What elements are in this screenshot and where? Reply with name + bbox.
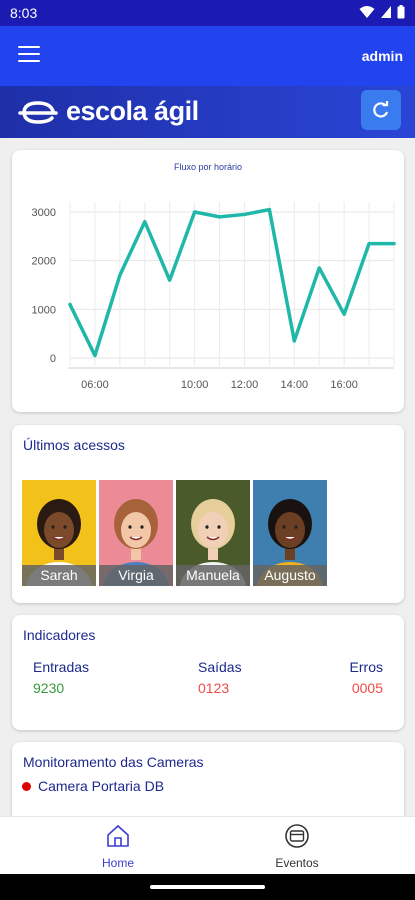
errors-label: Erros: [349, 659, 383, 675]
battery-icon: [397, 5, 405, 19]
data-point: [317, 266, 321, 270]
access-photo[interactable]: Sarah: [22, 480, 96, 586]
entries-label: Entradas: [33, 659, 90, 675]
exits-indicator: Saídas 0123: [198, 659, 242, 696]
y-tick-label: 1000: [32, 304, 56, 316]
access-photo[interactable]: Manuela: [176, 480, 250, 586]
app-bar: admin: [0, 26, 415, 86]
menu-button[interactable]: [18, 46, 40, 64]
signal-icon: [381, 6, 391, 18]
errors-indicator: Erros 0005: [350, 659, 383, 696]
y-tick-label: 0: [50, 353, 56, 365]
status-time: 8:03: [10, 5, 38, 21]
indicators-title: Indicadores: [23, 627, 96, 643]
data-point: [267, 208, 271, 212]
last-access-card: Últimos acessos Sarah Virgia Manuela August…: [12, 425, 404, 603]
home-gesture-bar[interactable]: [150, 885, 265, 889]
access-photo[interactable]: Augusto: [253, 480, 327, 586]
access-person-name: Virgia: [99, 565, 173, 586]
menu-icon: [18, 46, 40, 48]
entries-indicator: Entradas 9230: [33, 659, 89, 696]
home-icon: [107, 824, 129, 847]
brand-name: escola ágil: [66, 96, 199, 126]
exits-label: Saídas: [198, 659, 242, 675]
camera-status-dot: [22, 781, 31, 791]
flow-chart: 0 1000 2000 3000 06:00 10:00 12:00 14:00 16:00: [32, 202, 396, 391]
data-point: [168, 278, 172, 282]
indicators-card: Indicadores Entradas 9230 Saídas 0123 Er…: [12, 615, 404, 730]
last-access-title: Últimos acessos: [23, 437, 125, 453]
access-person-name: Manuela: [176, 565, 250, 586]
nav-events[interactable]: Eventos: [237, 823, 357, 870]
wifi-icon: [359, 6, 375, 18]
data-point: [143, 220, 147, 224]
data-point: [342, 312, 346, 316]
user-label[interactable]: admin: [362, 48, 403, 64]
access-photo[interactable]: Virgia: [99, 480, 173, 586]
flow-chart-card: Fluxo por horário 0 1000 2000 3000 06:00 10:0…: [12, 150, 404, 412]
system-nav-bar: [0, 874, 415, 900]
status-icons: [359, 5, 405, 19]
entries-value: 9230: [33, 680, 65, 696]
data-point: [292, 339, 296, 343]
x-tick-label: 16:00: [330, 379, 358, 391]
series-line: [68, 207, 396, 358]
data-point: [118, 273, 122, 277]
refresh-button[interactable]: [361, 90, 401, 130]
x-tick-label: 06:00: [81, 379, 109, 391]
camera-label: Camera Portaria DB: [38, 778, 165, 794]
data-point: [392, 242, 396, 246]
cameras-title: Monitoramento das Cameras: [23, 754, 204, 770]
status-bar: 8:03: [0, 0, 415, 26]
y-tick-label: 2000: [32, 256, 56, 268]
logo-icon: [18, 100, 58, 124]
data-point: [93, 354, 97, 358]
access-person-name: Augusto: [253, 565, 327, 586]
x-tick-label: 14:00: [281, 379, 309, 391]
nav-home[interactable]: Home: [58, 823, 178, 870]
errors-value: 0005: [351, 680, 383, 696]
y-tick-label: 3000: [32, 207, 56, 219]
brand-bar: escola ágil: [0, 86, 415, 138]
data-point: [367, 242, 371, 246]
access-person-name: Sarah: [22, 565, 96, 586]
data-point: [68, 302, 72, 306]
data-point: [242, 212, 246, 216]
data-point: [218, 215, 222, 219]
camera-item[interactable]: Camera Portaria DB: [22, 778, 164, 794]
brand-logo: escola ágil: [18, 96, 199, 127]
refresh-icon: [373, 101, 389, 118]
data-point: [193, 210, 197, 214]
events-icon: [285, 824, 309, 848]
nav-home-label: Home: [101, 856, 134, 870]
access-photo-list: Sarah Virgia Manuela Augusto: [22, 480, 327, 586]
nav-events-label: Eventos: [275, 856, 319, 870]
x-tick-label: 12:00: [231, 379, 259, 391]
exits-value: 0123: [198, 680, 230, 696]
x-tick-label: 10:00: [181, 379, 209, 391]
bottom-nav: Home Eventos: [0, 816, 415, 874]
